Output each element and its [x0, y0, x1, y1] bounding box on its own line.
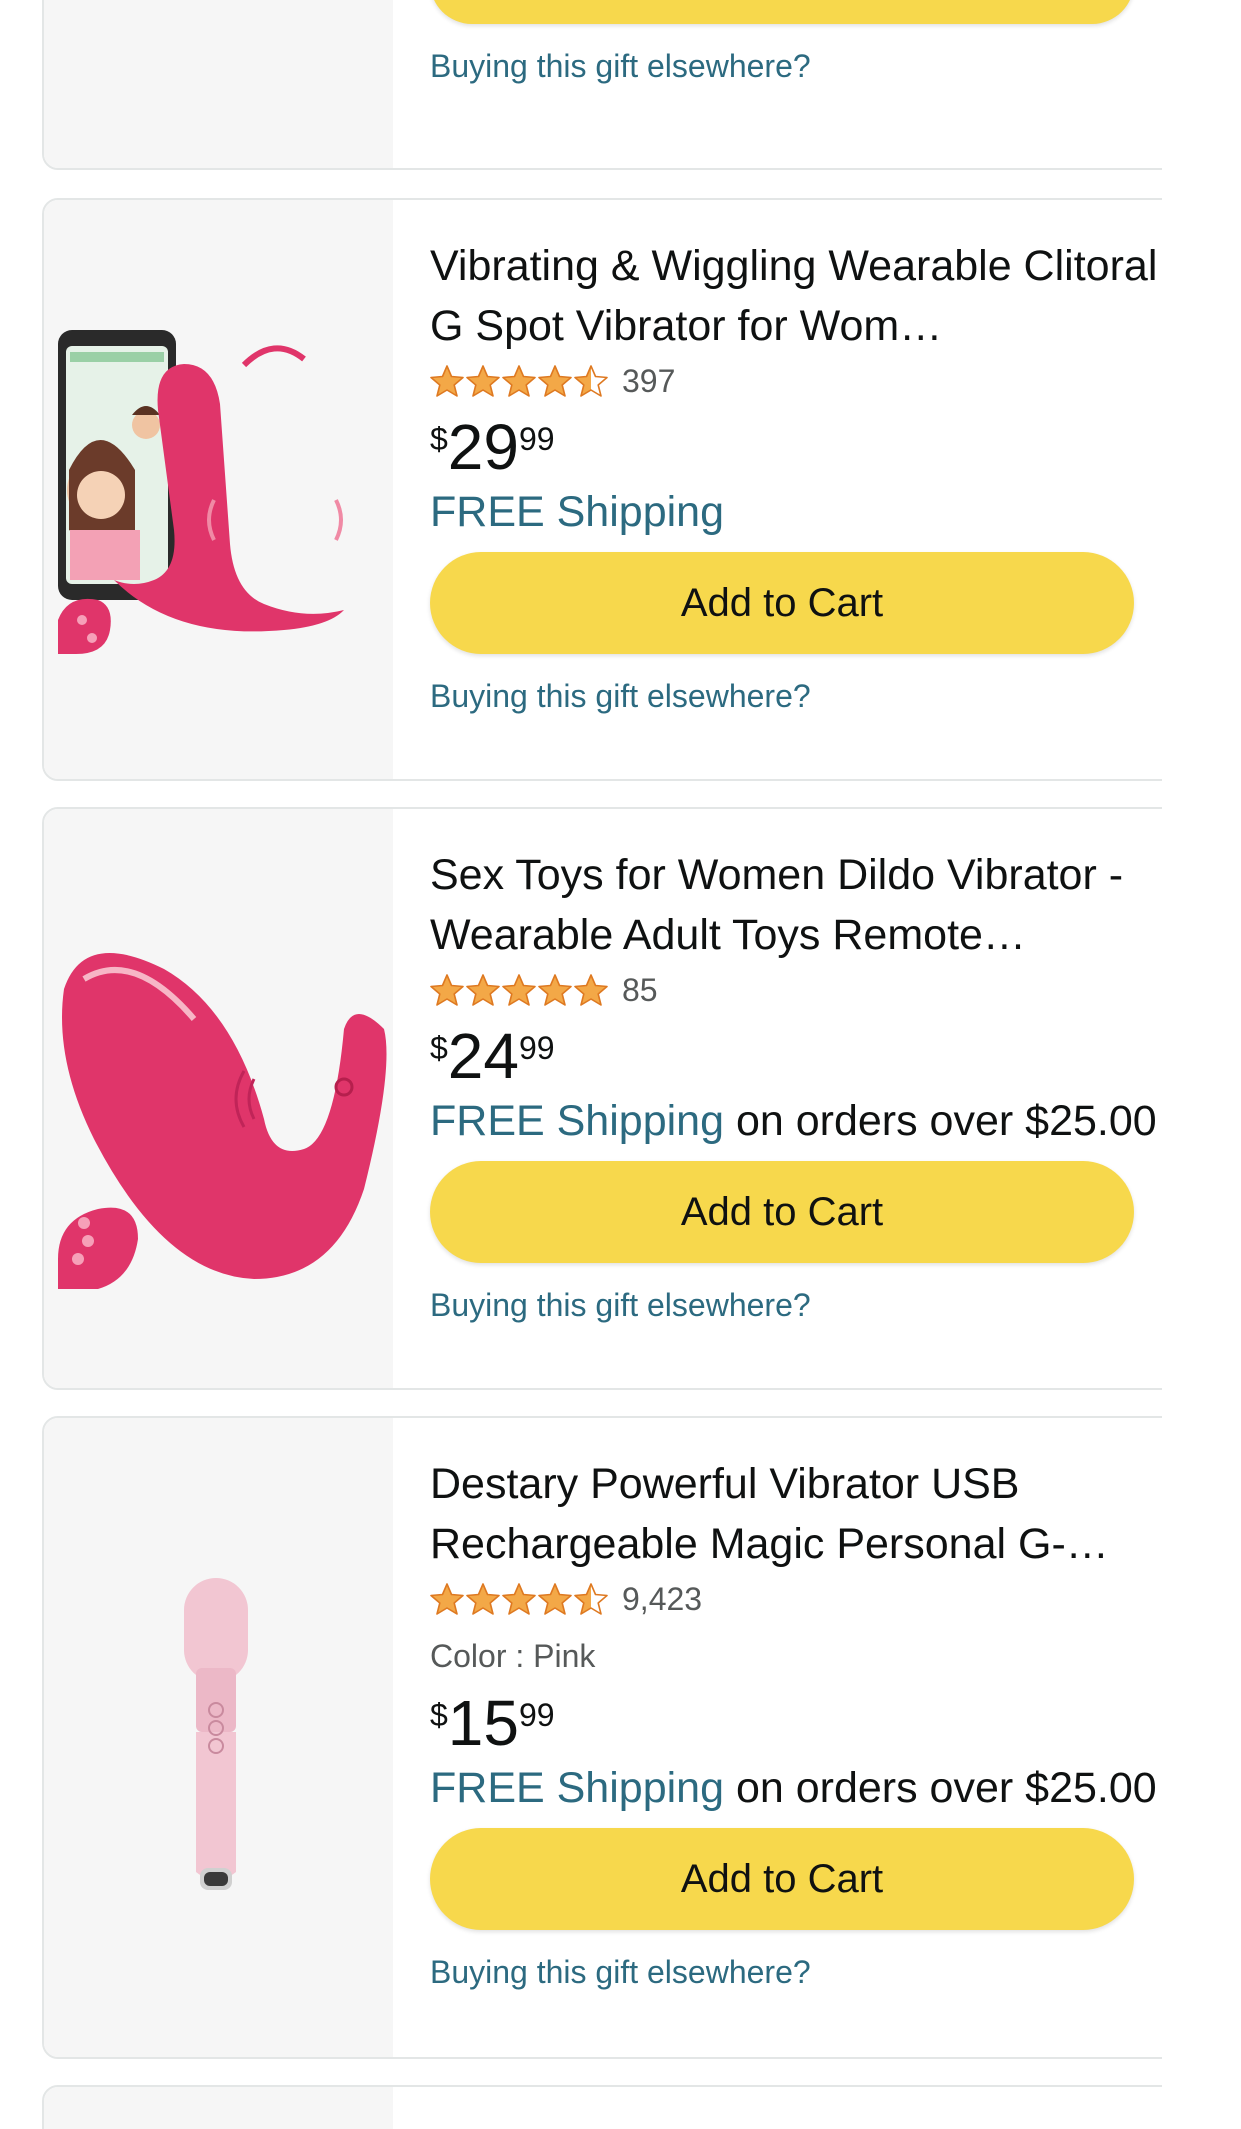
star-icon [466, 1583, 500, 1615]
buying-gift-elsewhere-link[interactable]: Buying this gift elsewhere? [430, 1954, 811, 1990]
price-whole: 24 [447, 1020, 519, 1092]
product-image-pane[interactable] [44, 809, 393, 1388]
product-title[interactable]: Vibrating & Wiggling Wearable Clitoral G… [430, 236, 1162, 356]
star-icon [538, 365, 572, 397]
product-image-pane [44, 2087, 393, 2129]
star-icon [502, 974, 536, 1006]
shipping-info: FREE Shipping on orders over $25.00 [430, 1093, 1162, 1149]
star-icon [502, 365, 536, 397]
star-icon [430, 974, 464, 1006]
price-whole: 15 [447, 1687, 519, 1759]
price-symbol: $ [430, 1030, 448, 1066]
price-fraction: 99 [518, 1030, 555, 1066]
buying-gift-elsewhere-link[interactable]: Buying this gift elsewhere? [430, 1287, 811, 1323]
color-variant: Color : Pink [430, 1638, 596, 1674]
star-rating [430, 974, 608, 1006]
shipping-info: FREE Shipping on orders over $25.00 [430, 1760, 1162, 1816]
product-image-pane[interactable] [44, 1418, 393, 2057]
product-rating[interactable]: 397 [430, 358, 1162, 404]
product-image-pane[interactable] [44, 200, 393, 779]
product-card-partial-bottom [42, 2085, 1162, 2129]
product-card-partial-top: Add to Cart Buying this gift elsewhere? [42, 0, 1162, 170]
product-price: $ 29 99 [430, 410, 1162, 484]
product-card: Destary Powerful Vibrator USB Rechargeab… [42, 1416, 1162, 2059]
product-info: Vibrating & Wiggling Wearable Clitoral G… [430, 236, 1162, 715]
star-icon [538, 974, 572, 1006]
product-card: Sex Toys for Women Dildo Vibrator - Wear… [42, 807, 1162, 1390]
star-rating [430, 365, 608, 397]
rating-count: 9,423 [622, 1580, 703, 1617]
buying-gift-elsewhere-link[interactable]: Buying this gift elsewhere? [430, 678, 811, 714]
star-icon [574, 974, 608, 1006]
price-whole: 29 [447, 411, 519, 483]
product-info: Sex Toys for Women Dildo Vibrator - Wear… [430, 845, 1162, 1324]
product-image [58, 330, 344, 654]
star-icon [538, 1583, 572, 1615]
star-icon [574, 1583, 608, 1615]
free-shipping-label: FREE Shipping [430, 1097, 724, 1145]
price-fraction: 99 [518, 421, 555, 457]
buying-gift-elsewhere-link[interactable]: Buying this gift elsewhere? [430, 48, 811, 85]
star-icon [466, 974, 500, 1006]
shipping-threshold: on orders over $25.00 [735, 1097, 1157, 1145]
star-icon [502, 1583, 536, 1615]
price-fraction: 99 [518, 1697, 555, 1733]
star-rating [430, 1583, 608, 1615]
add-to-cart-button[interactable]: Add to Cart [430, 1828, 1134, 1930]
add-to-cart-button[interactable]: Add to Cart [430, 1161, 1134, 1263]
product-title[interactable]: Sex Toys for Women Dildo Vibrator - Wear… [430, 845, 1162, 965]
free-shipping-label: FREE Shipping [430, 1764, 724, 1812]
product-image [184, 1578, 248, 1890]
product-title[interactable]: Destary Powerful Vibrator USB Rechargeab… [430, 1454, 1162, 1574]
star-icon [466, 365, 500, 397]
star-icon [430, 1583, 464, 1615]
product-card: Vibrating & Wiggling Wearable Clitoral G… [42, 198, 1162, 781]
rating-count: 397 [622, 362, 676, 399]
product-image [58, 953, 387, 1289]
product-info: Destary Powerful Vibrator USB Rechargeab… [430, 1454, 1162, 1991]
product-rating[interactable]: 85 [430, 967, 1162, 1013]
product-price: $ 24 99 [430, 1019, 1162, 1093]
star-icon [574, 365, 608, 397]
price-symbol: $ [430, 1697, 448, 1733]
product-image-pane [44, 0, 393, 168]
shipping-threshold: on orders over $25.00 [735, 1764, 1157, 1812]
add-to-cart-button[interactable]: Add to Cart [430, 552, 1134, 654]
product-price: $ 15 99 [430, 1686, 1162, 1760]
free-shipping-label: FREE Shipping [430, 488, 724, 536]
star-icon [430, 365, 464, 397]
add-to-cart-button[interactable]: Add to Cart [430, 0, 1134, 24]
product-rating[interactable]: 9,423 [430, 1576, 1162, 1622]
rating-count: 85 [622, 971, 658, 1008]
product-list: Add to Cart Buying this gift elsewhere? [0, 0, 1162, 2129]
shipping-info: FREE Shipping [430, 484, 1162, 540]
price-symbol: $ [430, 421, 448, 457]
